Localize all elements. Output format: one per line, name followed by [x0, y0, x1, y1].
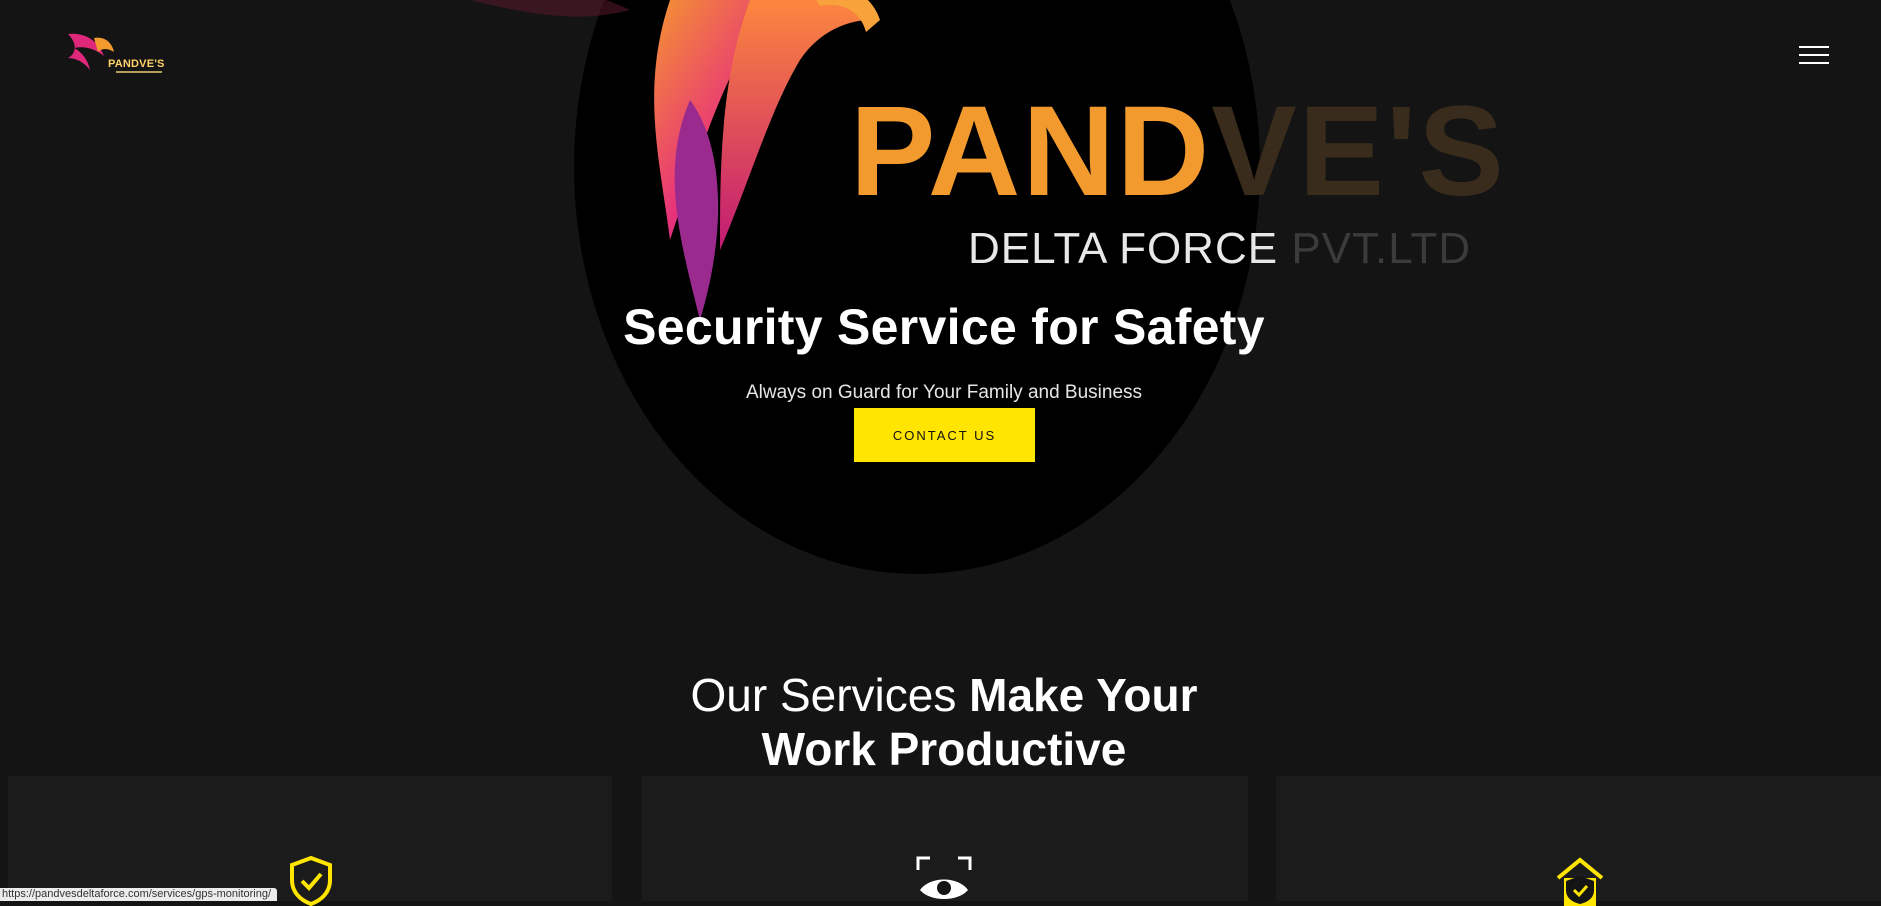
brand-word-primary: PAND — [850, 80, 1212, 223]
services-heading: Our Services Make Your Work Productive — [0, 668, 1881, 776]
shield-check-icon — [290, 856, 332, 906]
services-heading-bold-1: Make Your — [969, 669, 1198, 721]
services-heading-light: Our Services — [690, 669, 970, 721]
brand-sub-faded: PVT.LTD — [1291, 224, 1472, 273]
hero-title: Security Service for Safety — [623, 299, 1265, 355]
brand-wordmark: PANDVE'S — [850, 78, 1506, 225]
contact-us-button[interactable]: CONTACT US — [854, 408, 1035, 462]
home-protection-icon — [1556, 857, 1604, 906]
hero-section: PANDVE'S DELTA FORCE PVT.LTD Security Se… — [0, 0, 1881, 575]
service-card-2[interactable] — [642, 776, 1248, 901]
brand-sub-primary: DELTA FORCE — [968, 224, 1292, 273]
service-card-1[interactable] — [8, 776, 612, 906]
services-heading-bold-2: Work Productive — [761, 723, 1127, 775]
link-preview-status-bar: https://pandvesdeltaforce.com/services/g… — [0, 888, 278, 901]
hero-subtitle: Always on Guard for Your Family and Busi… — [745, 382, 1143, 403]
brand-subline: DELTA FORCE PVT.LTD — [968, 224, 1471, 274]
eye-scan-icon — [916, 856, 972, 899]
brand-word-faded: VE'S — [1211, 80, 1506, 223]
service-card-3[interactable] — [1276, 776, 1881, 906]
